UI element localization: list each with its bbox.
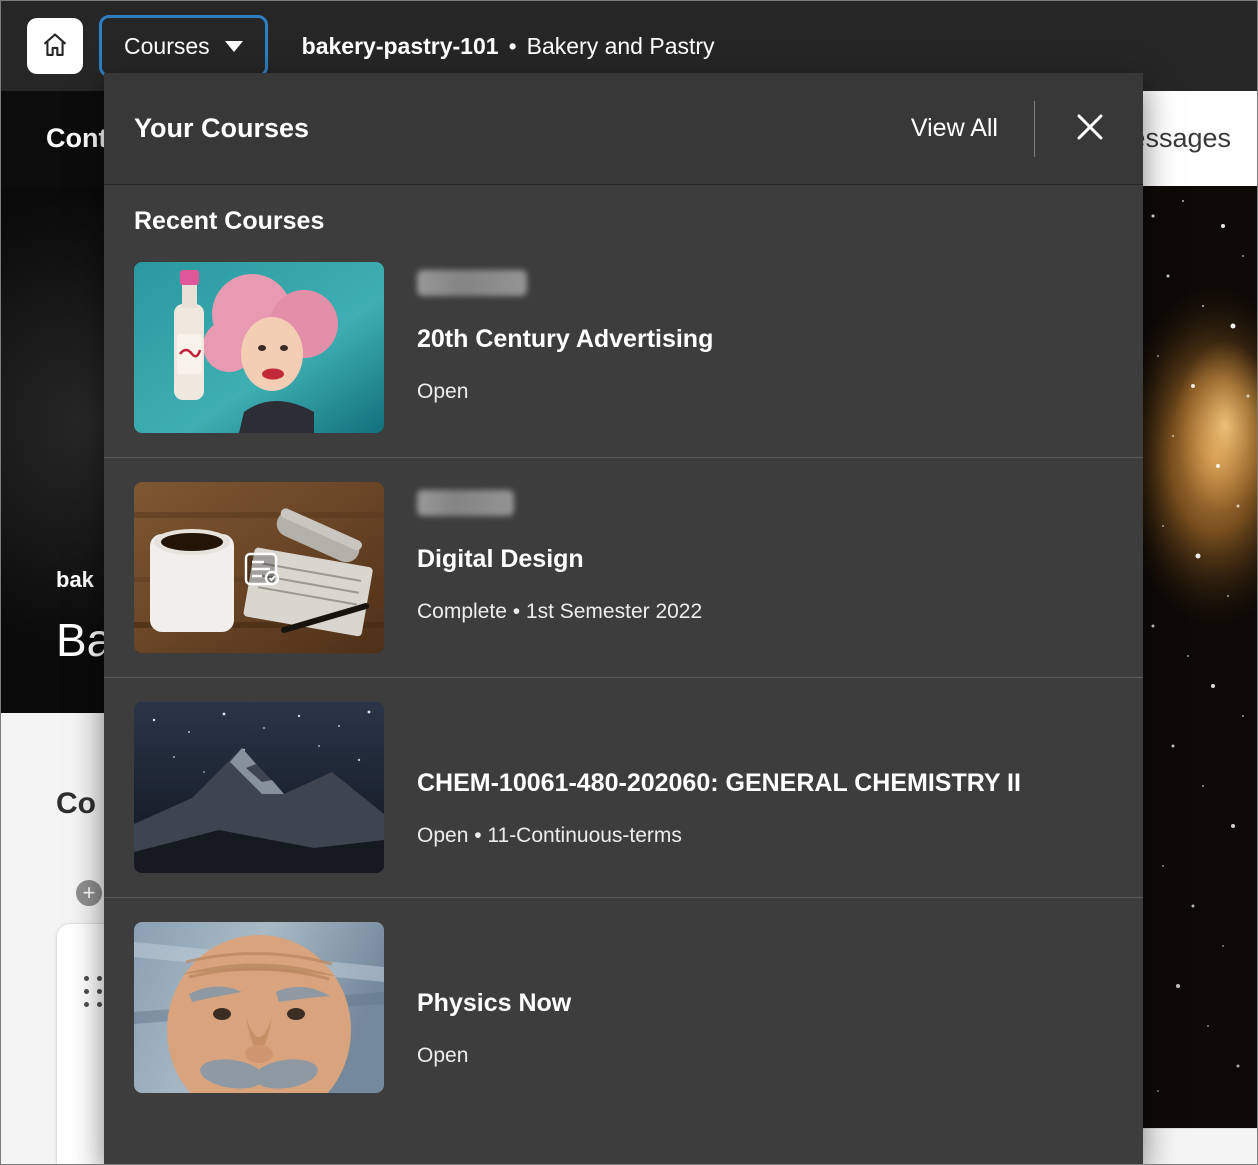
- home-icon: [41, 31, 69, 62]
- course-thumbnail-mountain: [134, 702, 384, 873]
- course-status: Open • 11-Continuous-terms: [417, 824, 682, 848]
- course-list-item[interactable]: 20th Century Advertising Open: [104, 238, 1143, 457]
- course-info: CHEM-10061-480-202060: GENERAL CHEMISTRY…: [417, 702, 1021, 873]
- course-title: CHEM-10061-480-202060: GENERAL CHEMISTRY…: [417, 768, 1021, 798]
- panel-title: Your Courses: [134, 113, 309, 144]
- close-icon: [1073, 110, 1107, 147]
- close-panel-button[interactable]: [1067, 106, 1113, 152]
- course-status: Complete • 1st Semester 2022: [417, 600, 702, 624]
- page-background-right: [1143, 1128, 1258, 1165]
- course-info: Digital Design Complete • 1st Semester 2…: [417, 482, 702, 653]
- content-section-heading: Co: [56, 787, 96, 821]
- course-banner-image-right: [1143, 186, 1258, 1128]
- chevron-down-icon: [225, 41, 243, 52]
- course-thumbnail-coffee: [134, 482, 384, 653]
- course-list-item[interactable]: CHEM-10061-480-202060: GENERAL CHEMISTRY…: [104, 677, 1143, 897]
- recent-courses-heading: Recent Courses: [134, 207, 1113, 236]
- course-info: 20th Century Advertising Open: [417, 262, 713, 433]
- course-title: Digital Design: [417, 544, 584, 574]
- drag-handle-icon[interactable]: [84, 976, 102, 1007]
- course-list-item[interactable]: Digital Design Complete • 1st Semester 2…: [104, 457, 1143, 677]
- view-all-link[interactable]: View All: [911, 114, 998, 143]
- header-divider: [1034, 101, 1035, 157]
- courses-dropdown-panel: Your Courses View All Recent Courses: [104, 73, 1143, 1165]
- course-title: 20th Century Advertising: [417, 324, 713, 354]
- breadcrumb-course-name: Bakery and Pastry: [527, 33, 715, 60]
- course-thumbnail-advertising: [134, 262, 384, 433]
- course-title: Physics Now: [417, 988, 571, 1018]
- course-status: Open: [417, 380, 468, 404]
- course-status: Open: [417, 1044, 468, 1068]
- tab-content[interactable]: Cont: [1, 91, 104, 186]
- course-list-item[interactable]: Physics Now Open: [104, 897, 1143, 1117]
- app-screen: Courses bakery-pastry-101 • Bakery and P…: [0, 0, 1258, 1165]
- courses-menu-label: Courses: [124, 33, 210, 60]
- hero-course-code: bak: [56, 567, 94, 593]
- home-button[interactable]: [27, 18, 83, 74]
- course-id-redacted: [417, 270, 527, 296]
- courses-menu-button[interactable]: Courses: [99, 15, 268, 77]
- tab-content-label: Cont: [46, 123, 104, 154]
- add-content-button[interactable]: +: [73, 877, 105, 909]
- breadcrumb: bakery-pastry-101 • Bakery and Pastry: [302, 33, 715, 60]
- course-id-redacted: [417, 490, 514, 516]
- breadcrumb-course-code: bakery-pastry-101: [302, 33, 499, 60]
- panel-header: Your Courses View All: [104, 73, 1143, 185]
- course-thumbnail-einstein: [134, 922, 384, 1093]
- breadcrumb-separator: •: [509, 33, 517, 60]
- tab-messages[interactable]: essages: [1130, 91, 1257, 186]
- tab-messages-label: essages: [1130, 123, 1231, 154]
- course-info: Physics Now Open: [417, 922, 571, 1093]
- pastry-bokeh-photo: [1143, 186, 1258, 1128]
